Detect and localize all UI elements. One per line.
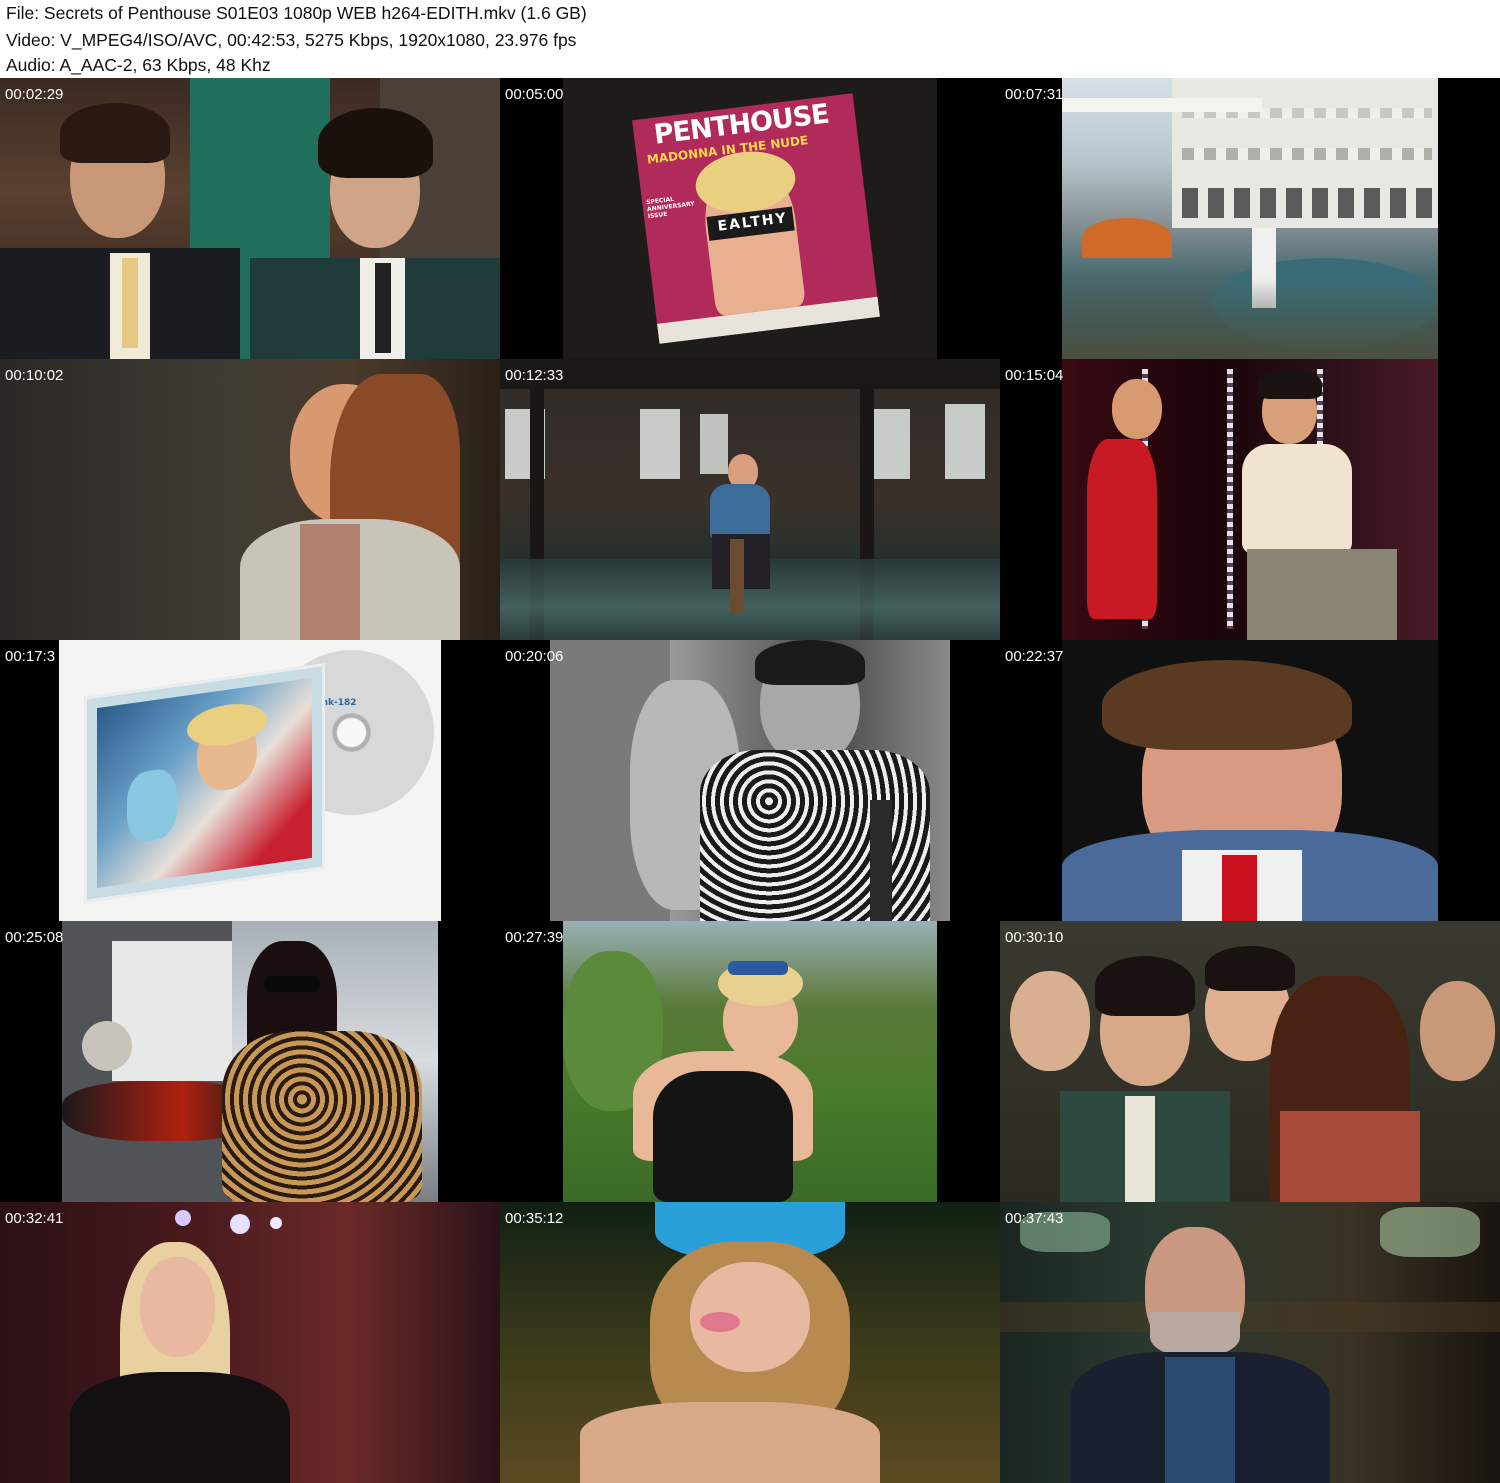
magazine-cover: PENTHOUSE MADONNA IN THE NUDE SPECIAL AN… [632, 93, 880, 344]
frame-image [1000, 1202, 1500, 1483]
frame-image [1000, 921, 1500, 1202]
frame-image [500, 359, 1000, 640]
thumbnail-5[interactable]: 00:12:33 [500, 359, 1000, 640]
thumbnail-1[interactable]: 00:02:29 [0, 78, 500, 359]
thumbnail-6[interactable]: 00:15:04 [1000, 359, 1500, 640]
timestamp-label: 00:02:29 [5, 86, 64, 103]
thumbnail-11[interactable]: 00:27:39 [500, 921, 1000, 1202]
frame-image [0, 359, 500, 640]
thumbnail-2[interactable]: PENTHOUSE MADONNA IN THE NUDE SPECIAL AN… [500, 78, 1000, 359]
thumbnail-7[interactable]: blink-182 00:17:3 [0, 640, 500, 921]
thumbnail-3[interactable]: 00:07:31 [1000, 78, 1500, 359]
frame-image [563, 921, 937, 1202]
info-header: File: Secrets of Penthouse S01E03 1080p … [0, 0, 1500, 78]
video-info-line: Video: V_MPEG4/ISO/AVC, 00:42:53, 5275 K… [6, 30, 577, 50]
timestamp-label: 00:20:06 [505, 648, 564, 665]
frame-image [500, 1202, 1000, 1483]
timestamp-label: 00:17:3 [5, 648, 56, 665]
frame-image [1062, 359, 1438, 640]
timestamp-label: 00:15:04 [1005, 367, 1064, 384]
frame-image [1062, 640, 1438, 921]
audio-info-line: Audio: A_AAC-2, 63 Kbps, 48 Khz [6, 55, 271, 75]
frame-image: blink-182 [59, 640, 441, 921]
thumbnail-15[interactable]: 00:37:43 [1000, 1202, 1500, 1483]
thumbnail-4[interactable]: 00:10:02 [0, 359, 500, 640]
thumbnail-8[interactable]: 00:20:06 [500, 640, 1000, 921]
timestamp-label: 00:35:12 [505, 1210, 564, 1227]
frame-image [0, 78, 500, 359]
timestamp-label: 00:30:10 [1005, 929, 1064, 946]
frame-image: PENTHOUSE MADONNA IN THE NUDE SPECIAL AN… [563, 78, 937, 359]
thumbnail-14[interactable]: 00:35:12 [500, 1202, 1000, 1483]
frame-image [1062, 78, 1438, 359]
timestamp-label: 00:32:41 [5, 1210, 64, 1227]
timestamp-label: 00:07:31 [1005, 86, 1064, 103]
thumbnail-grid: 00:02:29 PENTHOUSE MADONNA IN THE NUDE S… [0, 78, 1500, 1483]
timestamp-label: 00:10:02 [5, 367, 64, 384]
magazine-corner-text: SPECIAL ANNIVERSARY ISSUE [645, 195, 696, 221]
thumbnail-9[interactable]: 00:22:37 [1000, 640, 1500, 921]
timestamp-label: 00:12:33 [505, 367, 564, 384]
timestamp-label: 00:25:08 [5, 929, 64, 946]
frame-image [0, 1202, 500, 1483]
thumbnail-13[interactable]: 00:32:41 [0, 1202, 500, 1483]
timestamp-label: 00:05:00 [505, 86, 564, 103]
timestamp-label: 00:27:39 [505, 929, 564, 946]
timestamp-label: 00:22:37 [1005, 648, 1064, 665]
cd-case [84, 663, 325, 903]
timestamp-label: 00:37:43 [1005, 1210, 1064, 1227]
thumbnail-10[interactable]: 00:25:08 [0, 921, 500, 1202]
frame-image [550, 640, 950, 921]
frame-image [62, 921, 438, 1202]
file-info-line: File: Secrets of Penthouse S01E03 1080p … [6, 3, 587, 23]
thumbnail-12[interactable]: 00:30:10 [1000, 921, 1500, 1202]
